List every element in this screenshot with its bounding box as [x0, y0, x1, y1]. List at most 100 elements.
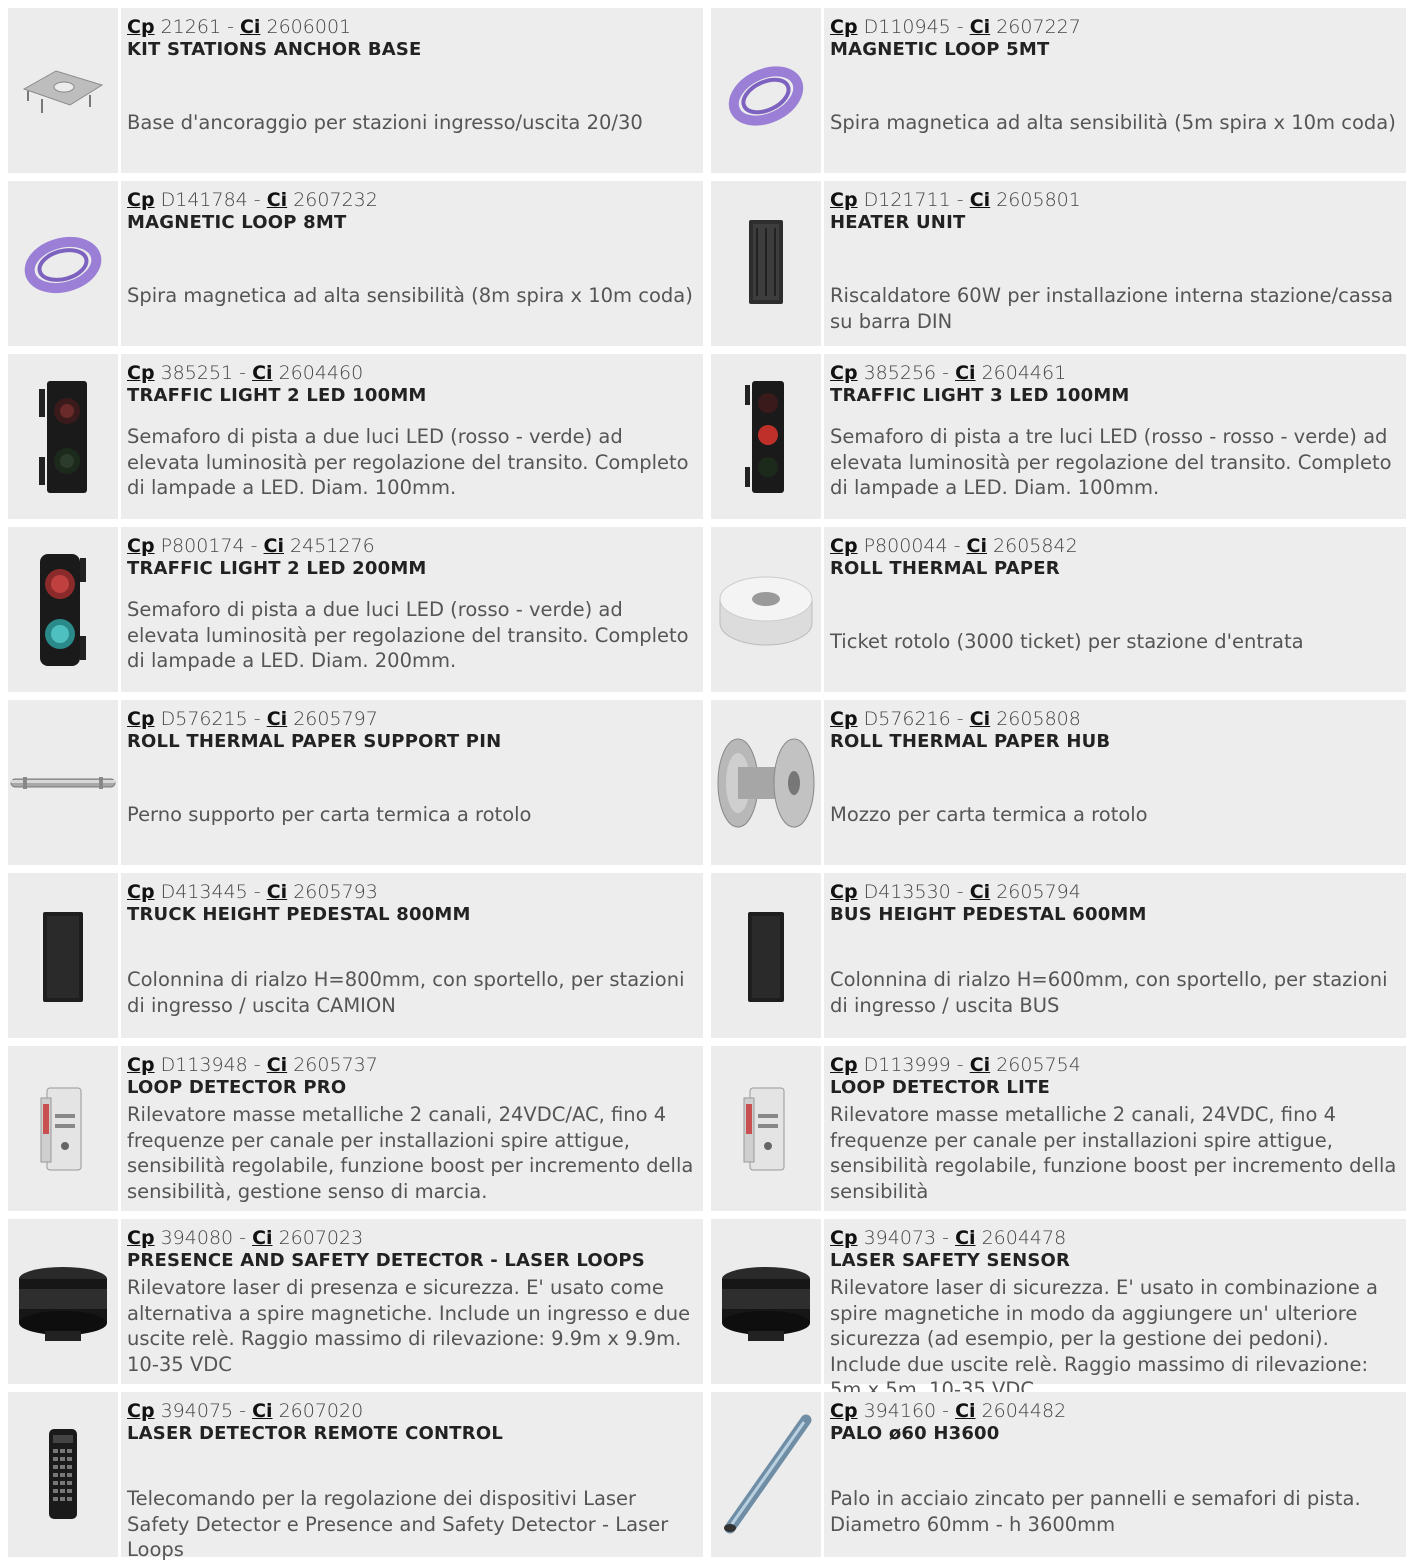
- cp-code: 394075: [160, 1400, 234, 1422]
- product-description: Base d'ancoraggio per stazioni ingresso/…: [127, 111, 643, 134]
- cp-code: P800044: [863, 535, 948, 557]
- product-text: Cp P800174 - Ci 2451276 TRAFFIC LIGHT 2 …: [121, 527, 703, 692]
- pedestal-icon: [748, 911, 784, 1002]
- product-description: Semaforo di pista a due luci LED (rosso …: [127, 598, 689, 672]
- traffic-light-icon: [40, 553, 86, 666]
- cp-code: 385256: [863, 362, 937, 384]
- product-name: TRAFFIC LIGHT 2 LED 200MM: [127, 558, 427, 579]
- product-text: Cp D413530 - Ci 2605794 BUS HEIGHT PEDES…: [824, 873, 1406, 1038]
- laser-sensor-icon: [722, 1266, 810, 1341]
- product-codes: Cp D110945 - Ci 2607227: [830, 16, 1081, 38]
- support-pin-icon: [10, 776, 116, 789]
- product-text: Cp 394073 - Ci 2604478 LASER SAFETY SENS…: [824, 1219, 1406, 1401]
- product-description: Riscaldatore 60W per installazione inter…: [830, 284, 1394, 333]
- product-text: Cp 394160 - Ci 2604482 PALO ø60 H3600 Pa…: [824, 1392, 1406, 1557]
- product-description: Rilevatore masse metalliche 2 canali, 24…: [830, 1103, 1397, 1203]
- product-cell: Cp D576216 - Ci 2605808 ROLL THERMAL PAP…: [711, 700, 1406, 865]
- product-codes: Cp P800174 - Ci 2451276: [127, 535, 375, 557]
- ci-code: 2605794: [996, 881, 1081, 903]
- product-cell: Cp 394160 - Ci 2604482 PALO ø60 H3600 Pa…: [711, 1392, 1406, 1557]
- laser-sensor-icon: [19, 1266, 107, 1341]
- product-codes: Cp P800044 - Ci 2605842: [830, 535, 1078, 557]
- product-cell: Cp P800174 - Ci 2451276 TRAFFIC LIGHT 2 …: [8, 527, 703, 692]
- product-text: Cp D576216 - Ci 2605808 ROLL THERMAL PAP…: [824, 700, 1406, 865]
- product-name: BUS HEIGHT PEDESTAL 600MM: [830, 904, 1147, 925]
- product-description: Colonnina di rialzo H=800mm, con sportel…: [127, 968, 685, 1017]
- ci-code: 2607020: [278, 1400, 364, 1422]
- product-text: Cp D576215 - Ci 2605797 ROLL THERMAL PAP…: [121, 700, 703, 865]
- cp-code: D110945: [863, 16, 951, 38]
- cp-code: D141784: [160, 189, 248, 211]
- product-cell: Cp D141784 - Ci 2607232 MAGNETIC LOOP 8M…: [8, 181, 703, 346]
- product-text: Cp D141784 - Ci 2607232 MAGNETIC LOOP 8M…: [121, 181, 703, 346]
- product-codes: Cp 21261 - Ci 2606001: [127, 16, 352, 38]
- pedestal-icon: [43, 911, 83, 1002]
- ci-code: 2604461: [981, 362, 1067, 384]
- ci-code: 2607232: [293, 189, 378, 211]
- product-cell: Cp 394075 - Ci 2607020 LASER DETECTOR RE…: [8, 1392, 703, 1561]
- product-name: LASER DETECTOR REMOTE CONTROL: [127, 1423, 504, 1444]
- product-cell: Cp D113999 - Ci 2605754 LOOP DETECTOR LI…: [711, 1046, 1406, 1211]
- product-name: MAGNETIC LOOP 5MT: [830, 39, 1050, 60]
- product-text: Cp 385251 - Ci 2604460 TRAFFIC LIGHT 2 L…: [121, 354, 703, 519]
- product-cell: Cp D413445 - Ci 2605793 TRUCK HEIGHT PED…: [8, 873, 703, 1038]
- product-description: Ticket rotolo (3000 ticket) per stazione…: [830, 630, 1304, 653]
- cp-code: 21261: [160, 16, 222, 38]
- product-image: [8, 1046, 118, 1211]
- product-image: [8, 700, 118, 865]
- product-codes: Cp D141784 - Ci 2607232: [127, 189, 378, 211]
- cp-code: D413445: [160, 881, 248, 903]
- ci-code: 2606001: [266, 16, 352, 38]
- product-name: TRAFFIC LIGHT 2 LED 100MM: [127, 385, 427, 406]
- paper-hub-icon: [717, 738, 815, 827]
- product-name: ROLL THERMAL PAPER HUB: [830, 731, 1111, 752]
- ci-code: 2605737: [293, 1054, 378, 1076]
- cp-code: D576215: [160, 708, 248, 730]
- product-image: [711, 181, 821, 346]
- product-image: [8, 873, 118, 1038]
- cp-code: 394073: [863, 1227, 937, 1249]
- cp-code: D576216: [863, 708, 951, 730]
- ci-code: 2604482: [981, 1400, 1067, 1422]
- ci-code: 2604478: [981, 1227, 1067, 1249]
- product-cell: Cp D113948 - Ci 2605737 LOOP DETECTOR PR…: [8, 1046, 703, 1211]
- ci-code: 2607023: [278, 1227, 364, 1249]
- cp-code: D413530: [863, 881, 951, 903]
- product-codes: Cp 394073 - Ci 2604478: [830, 1227, 1067, 1249]
- ci-code: 2605842: [993, 535, 1078, 557]
- product-cell: Cp 394073 - Ci 2604478 LASER SAFETY SENS…: [711, 1219, 1406, 1401]
- product-name: TRAFFIC LIGHT 3 LED 100MM: [830, 385, 1130, 406]
- product-cell: Cp D413530 - Ci 2605794 BUS HEIGHT PEDES…: [711, 873, 1406, 1038]
- product-name: LOOP DETECTOR LITE: [830, 1077, 1050, 1098]
- ci-code: 2605793: [293, 881, 378, 903]
- product-codes: Cp 385251 - Ci 2604460: [127, 362, 364, 384]
- product-codes: Cp D113999 - Ci 2605754: [830, 1054, 1081, 1076]
- traffic-light-icon: [39, 380, 87, 493]
- product-codes: Cp D113948 - Ci 2605737: [127, 1054, 378, 1076]
- cp-code: D113999: [863, 1054, 951, 1076]
- product-image: [711, 873, 821, 1038]
- ci-code: 2451276: [290, 535, 375, 557]
- product-image: [8, 181, 118, 346]
- product-description: Mozzo per carta termica a rotolo: [830, 803, 1148, 826]
- ci-code: 2605797: [293, 708, 378, 730]
- product-name: HEATER UNIT: [830, 212, 966, 233]
- product-cell: Cp 394080 - Ci 2607023 PRESENCE AND SAFE…: [8, 1219, 703, 1384]
- magnetic-loop-icon: [24, 236, 102, 293]
- product-description: Semaforo di pista a tre luci LED (rosso …: [830, 425, 1392, 499]
- product-codes: Cp D121711 - Ci 2605801: [830, 189, 1081, 211]
- product-name: TRUCK HEIGHT PEDESTAL 800MM: [127, 904, 471, 925]
- product-codes: Cp 394080 - Ci 2607023: [127, 1227, 364, 1249]
- product-codes: Cp D576215 - Ci 2605797: [127, 708, 378, 730]
- product-codes: Cp 394075 - Ci 2607020: [127, 1400, 364, 1422]
- cp-code: P800174: [160, 535, 245, 557]
- product-name: PRESENCE AND SAFETY DETECTOR - LASER LOO…: [127, 1250, 645, 1271]
- cp-code: 394160: [863, 1400, 937, 1422]
- product-codes: Cp 394160 - Ci 2604482: [830, 1400, 1067, 1422]
- product-image: [711, 1219, 821, 1384]
- ci-code: 2605801: [996, 189, 1081, 211]
- pole-icon: [724, 1414, 812, 1533]
- product-name: PALO ø60 H3600: [830, 1423, 1000, 1444]
- product-image: [711, 8, 821, 173]
- product-text: Cp 385256 - Ci 2604461 TRAFFIC LIGHT 3 L…: [824, 354, 1406, 519]
